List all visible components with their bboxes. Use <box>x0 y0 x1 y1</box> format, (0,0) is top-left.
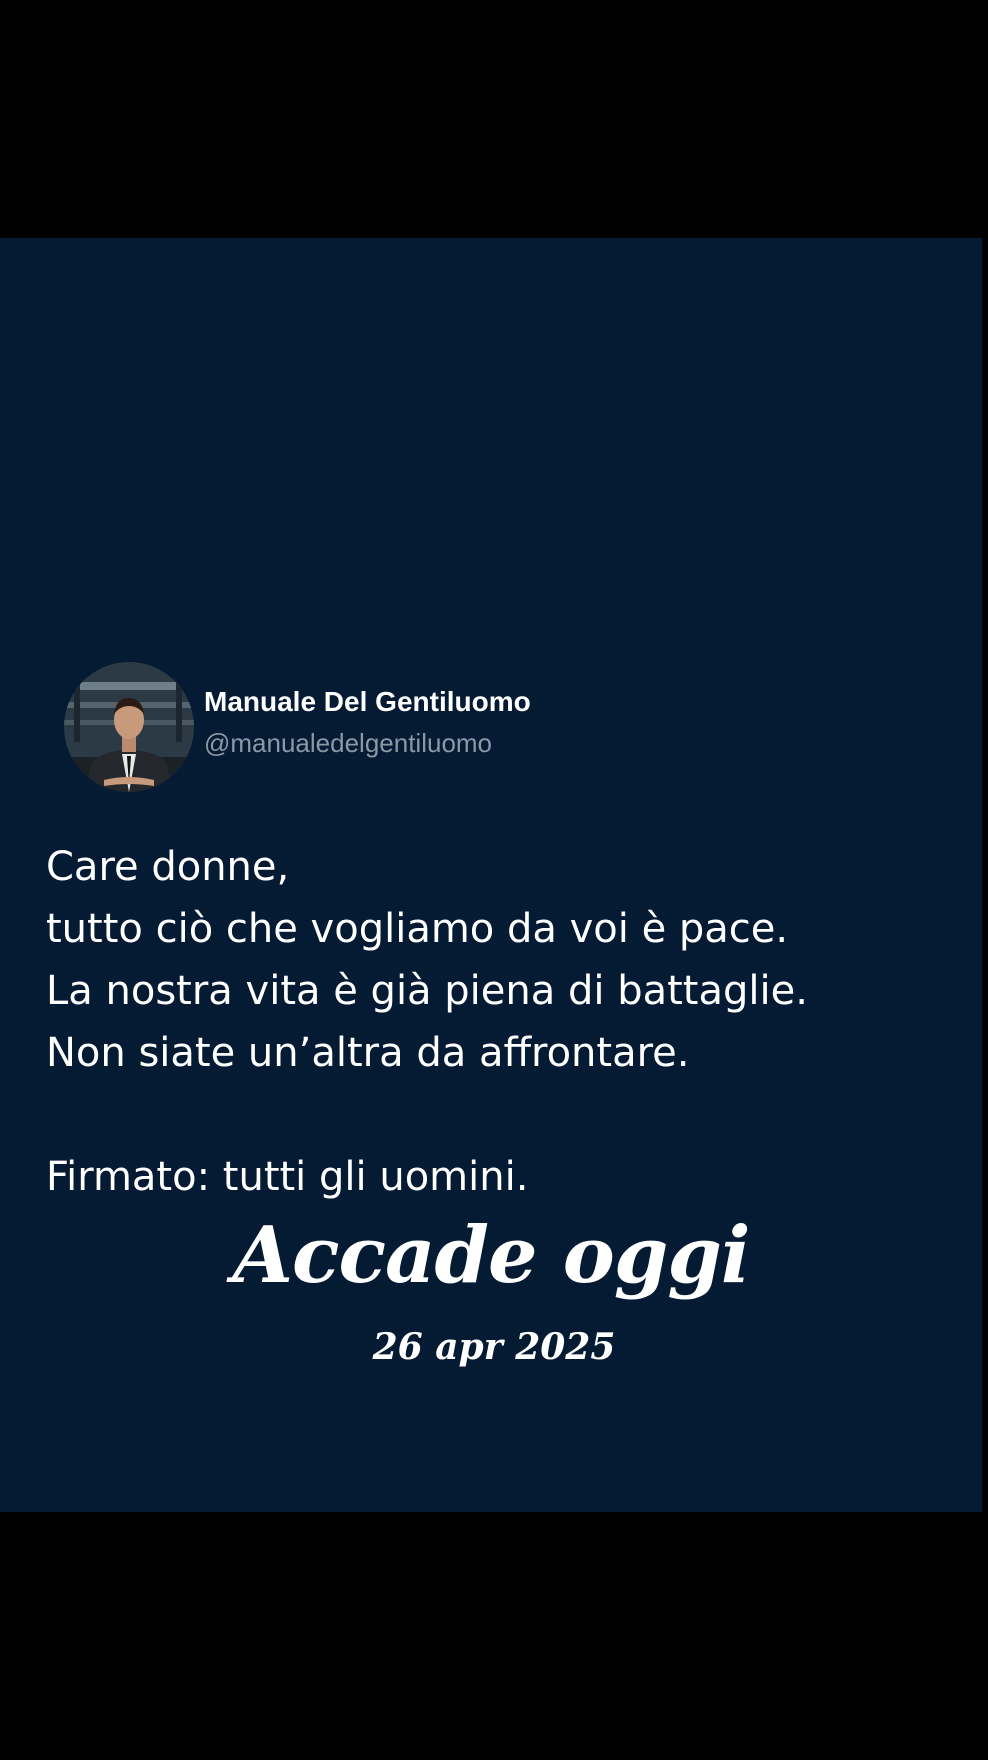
post-line: La nostra vita è già piena di battaglie. <box>46 968 808 1014</box>
post-line: Care donne, <box>46 844 290 890</box>
avatar[interactable] <box>64 662 194 792</box>
author-handle[interactable]: @manualedelgentiluomo <box>204 728 492 759</box>
post-line: Non siate un’altra da affrontare. <box>46 1030 690 1076</box>
avatar-image <box>64 662 194 792</box>
post-line: Firmato: tutti gli uomini. <box>46 1154 529 1200</box>
overlay-title: Accade oggi <box>232 1210 750 1301</box>
author-name[interactable]: Manuale Del Gentiluomo <box>204 686 531 718</box>
screen: Manuale Del Gentiluomo @manualedelgentil… <box>0 0 988 1760</box>
post-line-blank <box>46 1084 946 1146</box>
overlay-date: 26 apr 2025 <box>372 1326 616 1368</box>
post-line: tutto ciò che vogliamo da voi è pace. <box>46 906 789 952</box>
post-text: Care donne, tutto ciò che vogliamo da vo… <box>46 836 946 1208</box>
